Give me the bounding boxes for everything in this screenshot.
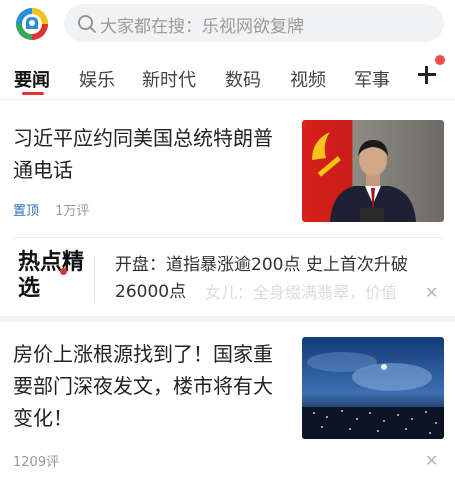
tab-digital[interactable]: 数码 (225, 66, 261, 92)
notification-dot (435, 55, 445, 65)
news-meta: 置顶 1万评 (13, 200, 89, 219)
channel-tabs: 要闻 娱乐 新时代 数码 视频 军事 (0, 52, 455, 100)
divider (13, 237, 443, 238)
section-divider (0, 316, 455, 322)
news-title[interactable]: 习近平应约同美国总统特朗普通电话 (13, 122, 285, 186)
comment-count: 1万评 (55, 204, 90, 219)
comment-count: 1209评 (13, 455, 60, 470)
pinned-badge: 置顶 (13, 204, 40, 219)
header: 大家都在搜：乐视网欲复牌 (0, 0, 455, 48)
search-placeholder: 大家都在搜：乐视网欲复牌 (100, 17, 304, 37)
tab-military[interactable]: 军事 (354, 66, 390, 92)
tab-entertainment[interactable]: 娱乐 (79, 66, 115, 92)
close-icon[interactable]: ✕ (425, 283, 438, 302)
news-app-logo-icon[interactable] (15, 7, 49, 41)
hot-dot (60, 268, 67, 275)
active-tab-indicator (22, 92, 44, 95)
divider (94, 256, 95, 302)
tab-new-era[interactable]: 新时代 (142, 66, 196, 92)
news-thumbnail[interactable] (302, 337, 444, 439)
close-icon[interactable]: ✕ (425, 451, 438, 470)
hot-headline[interactable]: 开盘：道指暴涨逾200点 史上首次升破26000点 (115, 252, 415, 306)
hot-picks-label: 热点精选 (18, 250, 85, 301)
search-icon (78, 15, 96, 33)
news-thumbnail[interactable] (302, 120, 444, 222)
add-channel-icon[interactable] (415, 62, 439, 86)
tab-headlines[interactable]: 要闻 (14, 66, 50, 92)
search-input[interactable]: 大家都在搜：乐视网欲复牌 (64, 4, 444, 42)
tab-video[interactable]: 视频 (290, 66, 326, 92)
news-title[interactable]: 房价上涨根源找到了！国家重要部门深夜发文，楼市将有大变化！ (13, 338, 288, 434)
